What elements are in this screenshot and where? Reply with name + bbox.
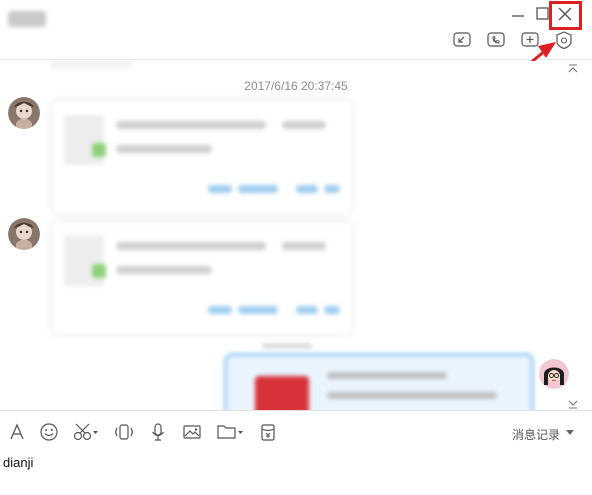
scroll-down-icon[interactable] [566, 398, 580, 410]
minimize-icon[interactable] [508, 4, 528, 24]
outgoing-file-card[interactable] [224, 353, 534, 410]
message-history-button[interactable]: 消息记录 [512, 426, 560, 443]
screen-share-icon[interactable] [451, 29, 473, 51]
message-input-text[interactable]: dianji [3, 455, 33, 470]
image-icon[interactable] [182, 422, 202, 442]
chat-history[interactable]: 2017/6/16 20:37:45 [0, 61, 592, 410]
outgoing-timestamp-blurred [262, 343, 312, 349]
scroll-up-icon[interactable] [566, 63, 580, 75]
shake-icon[interactable] [114, 422, 134, 442]
folder-icon[interactable] [216, 422, 246, 442]
message-timestamp: 2017/6/16 20:37:45 [244, 79, 348, 93]
font-icon[interactable] [8, 422, 26, 442]
contact-name-blurred [8, 11, 46, 27]
contact-avatar[interactable] [8, 218, 40, 250]
file-message-card[interactable] [52, 101, 352, 213]
previous-message-bubble [50, 61, 132, 69]
screenshot-scissors-icon[interactable] [72, 422, 100, 442]
my-avatar[interactable] [539, 359, 569, 389]
emoji-icon[interactable] [39, 422, 59, 442]
file-message-card[interactable] [52, 222, 352, 334]
chevron-down-icon[interactable] [566, 430, 574, 436]
red-packet-icon[interactable] [259, 422, 277, 442]
message-input-area[interactable]: dianji [0, 452, 592, 495]
close-button-highlight [549, 1, 582, 30]
input-toolbar: 消息记录 [0, 410, 592, 452]
contact-avatar[interactable] [8, 97, 40, 129]
voice-icon[interactable] [149, 422, 167, 442]
